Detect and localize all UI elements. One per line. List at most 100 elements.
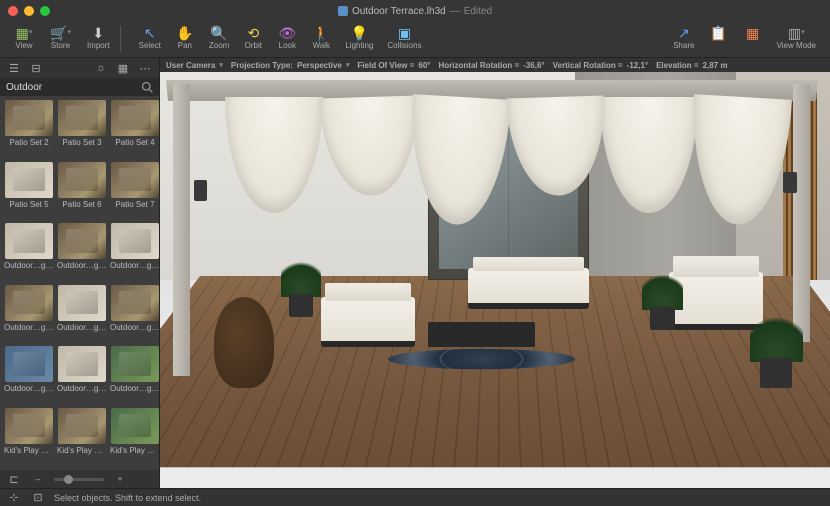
list-view-icon[interactable]: ☰ <box>6 61 22 75</box>
toolbar-share-button[interactable]: ↗Share <box>667 24 700 51</box>
vrot-value[interactable]: -12,1° <box>627 61 648 70</box>
library-item[interactable]: Patio Set 5 <box>4 162 54 221</box>
library-item[interactable]: Patio Set 6 <box>57 162 107 221</box>
collapse-icon[interactable]: ⊏ <box>6 472 22 486</box>
library-item[interactable]: Outdoor…ge Set 6 <box>110 285 159 344</box>
library-item-label: Outdoor…ge Set 2 <box>57 261 107 270</box>
scene-plant <box>642 272 682 330</box>
toolbar-proj-button[interactable]: 📋 <box>703 24 735 51</box>
zoom-out-icon[interactable]: – <box>30 472 46 486</box>
library-thumb <box>5 346 53 382</box>
library-thumb <box>111 408 159 444</box>
scene-canopy <box>227 97 790 213</box>
library-item-label: Outdoor…ge Set 9 <box>110 384 159 393</box>
toolbar-viewmode-button[interactable]: ▥▾View Mode <box>771 24 822 51</box>
library-thumb <box>58 100 106 136</box>
library-item[interactable]: Kid's Play House 3 <box>110 408 159 467</box>
scene-pergola-post <box>173 84 190 375</box>
library-item-label: Patio Set 5 <box>9 200 48 209</box>
toolbar-collisions-button[interactable]: ▣Collisions <box>381 24 427 51</box>
library-thumb <box>5 223 53 259</box>
document-icon <box>338 6 348 16</box>
scene-lamp <box>783 172 796 193</box>
toolbar-walk-button[interactable]: 🚶Walk <box>305 24 337 51</box>
projection-type[interactable]: Perspective <box>297 61 342 70</box>
library-item[interactable]: Outdoor…ge Set 8 <box>57 346 107 405</box>
toolbar-store-button[interactable]: 🛒▾Store <box>44 24 77 51</box>
zoom-icon: 🔍 <box>210 25 227 41</box>
camera-selector[interactable]: User Camera▾ <box>166 61 223 70</box>
minimize-button[interactable] <box>24 6 34 16</box>
library-item[interactable]: Outdoor…ge Set 9 <box>110 346 159 405</box>
toolbar-lighting-button[interactable]: 💡Lighting <box>339 24 379 51</box>
sun-icon[interactable]: ☼ <box>93 61 109 75</box>
library-item-label: Patio Set 4 <box>115 138 154 147</box>
library-thumb <box>5 408 53 444</box>
thumb-size-slider[interactable] <box>54 478 104 481</box>
grid-icon[interactable]: ▦ <box>115 61 131 75</box>
library-item-label: Kid's Play House 1 <box>4 446 54 455</box>
view-icon: ▦▾ <box>16 25 33 41</box>
snap-icon[interactable]: ⊡ <box>30 491 46 505</box>
library-item-label: Outdoor…ge Set 3 <box>110 261 159 270</box>
library-item-label: Outdoor…ge Set 1 <box>4 261 54 270</box>
library-thumb <box>5 100 53 136</box>
viewport-info-bar: User Camera▾ Projection Type: Perspectiv… <box>160 58 830 72</box>
look-icon: 👁 <box>278 25 296 41</box>
options-icon[interactable]: ⋯ <box>137 61 153 75</box>
library-thumb <box>111 346 159 382</box>
toolbar-view-button[interactable]: ▦▾View <box>8 24 40 51</box>
library-item[interactable]: Kid's Play House 2 <box>57 408 107 467</box>
search-icon[interactable] <box>141 81 153 93</box>
library-footer: ⊏ – + <box>0 470 159 488</box>
library-item[interactable]: Outdoor…ge Set 7 <box>4 346 54 405</box>
library-item-label: Outdoor…ge Set 6 <box>110 323 159 332</box>
library-item-label: Patio Set 3 <box>62 138 101 147</box>
library-thumb <box>111 162 159 198</box>
library-item-label: Outdoor…ge Set 8 <box>57 384 107 393</box>
toolbar-select-button[interactable]: ↖Select <box>133 24 167 51</box>
library-item[interactable]: Outdoor…ge Set 5 <box>57 285 107 344</box>
toolbar-pan-button[interactable]: ✋Pan <box>169 24 201 51</box>
library-item[interactable]: Patio Set 4 <box>110 100 159 159</box>
maximize-button[interactable] <box>40 6 50 16</box>
viewport-3d[interactable] <box>160 72 830 488</box>
scene-sofa <box>468 268 589 310</box>
scene-pergola-post <box>793 84 810 342</box>
library-thumb <box>58 346 106 382</box>
library-category-header[interactable]: Outdoor <box>0 78 159 96</box>
library-item[interactable]: Patio Set 3 <box>57 100 107 159</box>
document-title: Outdoor Terrace.lh3d <box>352 6 446 17</box>
zoom-in-icon[interactable]: + <box>112 472 128 486</box>
library-item[interactable]: Outdoor…ge Set 4 <box>4 285 54 344</box>
toolbar-zoom-button[interactable]: 🔍Zoom <box>203 24 235 51</box>
library-item-label: Patio Set 2 <box>9 138 48 147</box>
toolbar-orbit-button[interactable]: ⟲Orbit <box>237 24 269 51</box>
elev-value[interactable]: 2,87 m <box>703 61 728 70</box>
library-toolbar: ☰ ⊟ ☼ ▦ ⋯ <box>0 58 159 78</box>
hrot-value[interactable]: -36,6° <box>523 61 544 70</box>
scene-rug <box>388 349 576 369</box>
library-item-label: Patio Set 7 <box>115 200 154 209</box>
library-item[interactable]: Outdoor…ge Set 1 <box>4 223 54 282</box>
library-item[interactable]: Outdoor…ge Set 3 <box>110 223 159 282</box>
select-icon: ↖ <box>144 25 156 41</box>
fov-value[interactable]: 60° <box>418 61 430 70</box>
scene-wicker-chair <box>214 297 274 389</box>
tree-view-icon[interactable]: ⊟ <box>28 61 44 75</box>
library-item[interactable]: Patio Set 2 <box>4 100 54 159</box>
viewport-panel: User Camera▾ Projection Type: Perspectiv… <box>160 58 830 488</box>
library-item[interactable]: Patio Set 7 <box>110 162 159 221</box>
library-item[interactable]: Outdoor…ge Set 2 <box>57 223 107 282</box>
pan-icon: ✋ <box>176 25 193 41</box>
close-button[interactable] <box>8 6 18 16</box>
library-thumb <box>58 162 106 198</box>
import-icon: ⬇ <box>92 25 104 41</box>
toolbar-look-button[interactable]: 👁Look <box>271 24 303 51</box>
mat-icon: ▦ <box>746 25 759 41</box>
cursor-icon[interactable]: ⊹ <box>6 491 22 505</box>
library-item[interactable]: Kid's Play House 1 <box>4 408 54 467</box>
toolbar-import-button[interactable]: ⬇Import <box>81 24 116 51</box>
toolbar-mat-button[interactable]: ▦ <box>737 24 769 51</box>
share-icon: ↗ <box>678 25 690 41</box>
